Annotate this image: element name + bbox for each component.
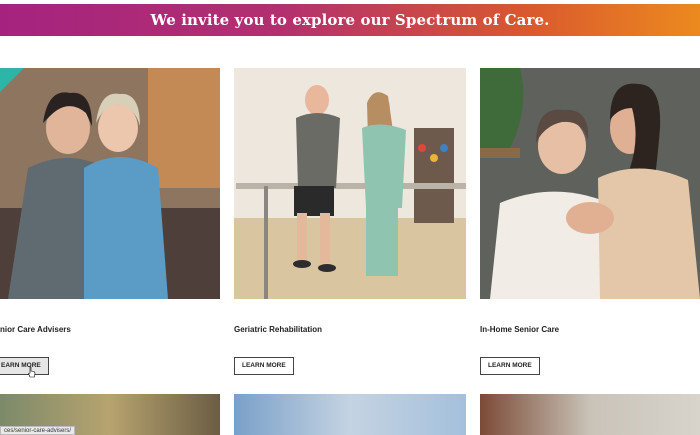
card-title[interactable]: In-Home Senior Care bbox=[480, 325, 559, 334]
banner: We invite you to explore our Spectrum of… bbox=[0, 4, 700, 36]
photo-illustration bbox=[0, 68, 220, 299]
card-senior-care-advisers: nior Care Advisers EARN MORE bbox=[0, 68, 220, 375]
card-geriatric-rehabilitation: Geriatric Rehabilitation LEARN MORE bbox=[234, 68, 466, 375]
photo-illustration bbox=[234, 68, 466, 299]
corner-accent bbox=[0, 68, 24, 104]
learn-more-button[interactable]: LEARN MORE bbox=[234, 357, 294, 375]
learn-more-button[interactable]: LEARN MORE bbox=[480, 357, 540, 375]
next-row-photo-3[interactable] bbox=[480, 394, 700, 435]
card-title[interactable]: Geriatric Rehabilitation bbox=[234, 325, 322, 334]
learn-more-button[interactable]: EARN MORE bbox=[0, 357, 49, 375]
banner-title: We invite you to explore our Spectrum of… bbox=[150, 11, 550, 29]
photo-senior-care-advisers bbox=[0, 68, 220, 299]
photo-geriatric-rehabilitation bbox=[234, 68, 466, 299]
photo-illustration bbox=[480, 68, 700, 299]
hand-cursor-icon bbox=[28, 366, 36, 378]
photo-in-home-senior-care bbox=[480, 68, 700, 299]
card-title[interactable]: nior Care Advisers bbox=[0, 325, 71, 334]
card-in-home-senior-care: In-Home Senior Care LEARN MORE bbox=[480, 68, 700, 375]
status-bar-url: ces/senior-care-advisers/ bbox=[0, 426, 76, 435]
next-row-photo-2[interactable] bbox=[234, 394, 466, 435]
